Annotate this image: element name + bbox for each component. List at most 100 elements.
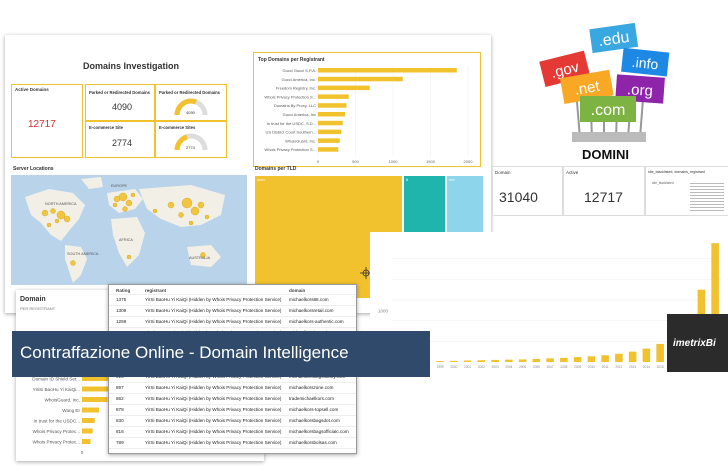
server-locations-title: Server Locations bbox=[13, 166, 54, 172]
row-domain: michaelkorsbagsdot.com bbox=[289, 418, 340, 423]
banner-text: Contraffazione Online - Domain Intellige… bbox=[20, 343, 349, 362]
row-rating: 862 bbox=[116, 396, 124, 401]
header-domain[interactable]: domain bbox=[289, 288, 305, 293]
ecommerce-gauge-card[interactable]: E-commerce Sites 2774 bbox=[155, 121, 227, 158]
bar bbox=[615, 353, 623, 362]
active-count-label: Active bbox=[566, 170, 579, 175]
map-label-af: AFRICA bbox=[119, 238, 133, 242]
x-tick-label: 500 bbox=[352, 159, 359, 164]
treemap-net-label: net bbox=[449, 177, 455, 182]
domain-count-card[interactable]: Domain 31040 bbox=[492, 166, 563, 216]
row-rating: 1375 bbox=[116, 297, 127, 302]
y-tick-label: 1000 bbox=[378, 308, 389, 313]
bar bbox=[82, 407, 99, 413]
bar bbox=[82, 439, 91, 444]
bar bbox=[463, 360, 472, 362]
row-domain: trademichaelkors.com bbox=[289, 396, 334, 401]
bar bbox=[546, 358, 554, 362]
row-domain: michaelkorsretail.com bbox=[289, 308, 334, 313]
bar bbox=[477, 360, 486, 362]
active-count-value: 12717 bbox=[584, 189, 623, 205]
row-rating: 1309 bbox=[116, 308, 127, 313]
category-label: In trust for the USDC, S.D... bbox=[267, 121, 316, 126]
row-rating: 830 bbox=[116, 418, 124, 423]
x-tick-label: 2014 bbox=[643, 365, 650, 369]
bar bbox=[518, 359, 527, 362]
dashboard-title: Domains Investigation bbox=[83, 61, 180, 71]
x-tick-label: 2010 bbox=[588, 365, 595, 369]
map-label-au: AUSTRALIA bbox=[189, 256, 211, 260]
bar bbox=[642, 348, 651, 362]
row-registrant: YirSi BaoHu Yi KaiQi (Hidden by Whois Pr… bbox=[145, 308, 282, 313]
row-registrant: YirSi BaoHu Yi KaiQi (Hidden by Whois Pr… bbox=[145, 385, 282, 390]
blacklist-subheader: site_blacklisted bbox=[652, 181, 674, 185]
parked-domains-card[interactable]: Parked or Redirected Domains 4090 bbox=[85, 84, 155, 121]
blacklist-list bbox=[690, 181, 724, 211]
map-label-na: NORTH AMERICA bbox=[45, 202, 77, 206]
title-banner: Contraffazione Online - Domain Intellige… bbox=[12, 331, 430, 377]
bar bbox=[628, 351, 637, 362]
x-tick-label: 2007 bbox=[547, 365, 554, 369]
x-tick-label: 2008 bbox=[560, 365, 567, 369]
x-tick-label: 0 bbox=[81, 450, 84, 455]
ecommerce-value: 2774 bbox=[112, 138, 133, 148]
domain-count-label: Domain bbox=[495, 170, 511, 175]
ecommerce-card[interactable]: E-commerce Site 2774 bbox=[85, 121, 155, 158]
treemap-com-label: com bbox=[257, 177, 265, 182]
blacklist-title: site_blacklisted, domains_registrant bbox=[648, 170, 705, 174]
map-label-eu: EUROPE bbox=[111, 184, 128, 188]
row-domain: michaelkorsbolsas.com bbox=[289, 440, 337, 445]
parked-gauge-label: Parked or Redirected Domains bbox=[159, 90, 220, 95]
row-registrant: YirSi BaoHu Yi KaiQi (Hidden by Whois Pr… bbox=[145, 396, 282, 401]
top-domains-chart-panel: Top Domains per Registrant 0 500 1000 1500 20… bbox=[253, 52, 481, 167]
parked-gauge-card[interactable]: Parked or Redirected Domains 4090 bbox=[155, 84, 227, 121]
bar bbox=[82, 428, 93, 434]
row-domain: michaelkors-topsell.com bbox=[289, 407, 339, 412]
category-label: WhoisGuard, Inc. bbox=[45, 398, 81, 403]
bar bbox=[318, 103, 347, 108]
bar bbox=[532, 358, 541, 362]
treemap-net[interactable]: net bbox=[446, 175, 484, 239]
bar bbox=[573, 357, 582, 362]
bar bbox=[318, 147, 339, 152]
logo-info: .info bbox=[631, 54, 659, 73]
category-label: Whois Privacy Protection S... bbox=[264, 147, 316, 152]
blacklist-card[interactable]: site_blacklisted, domains_registrant sit… bbox=[645, 166, 728, 216]
map-label-sa: SOUTH AMERICA bbox=[67, 252, 99, 256]
active-domains-card[interactable]: Active Domains 12717 bbox=[11, 84, 83, 158]
parked-domains-label: Parked or Redirected Domains bbox=[89, 90, 150, 95]
top-domains-chart: Top Domains per Registrant 0 500 1000 1500 20… bbox=[258, 57, 474, 164]
row-rating: 789 bbox=[116, 440, 124, 445]
domini-title: DOMINI bbox=[582, 147, 629, 162]
active-count-card[interactable]: Active 12717 bbox=[563, 166, 645, 216]
category-label: Domain ID Shield Ser... bbox=[32, 377, 80, 382]
logo-com: .com bbox=[591, 102, 626, 119]
category-label: Whois Privacy Protec... bbox=[33, 440, 80, 445]
header-registrant[interactable]: registrant bbox=[145, 288, 166, 293]
row-domain: michaelkors88.com bbox=[289, 297, 329, 302]
bar bbox=[318, 112, 345, 117]
category-label: Gucci America, Inc. bbox=[282, 77, 316, 82]
bar bbox=[82, 418, 95, 423]
bar bbox=[318, 94, 349, 99]
imetrix-brand: imetrixBi bbox=[673, 338, 716, 349]
bar bbox=[318, 85, 370, 91]
ecommerce-label: E-commerce Site bbox=[89, 125, 123, 130]
bar bbox=[318, 138, 340, 143]
server-locations-map[interactable]: NORTH AMERICA EUROPE AFRICA SOUTH AMERIC… bbox=[11, 175, 247, 285]
treemap-it-label: it bbox=[406, 177, 408, 182]
row-registrant: YirSi BaoHu Yi KaiQi (Hidden by Whois Pr… bbox=[145, 440, 282, 445]
bar bbox=[601, 355, 609, 362]
bar bbox=[491, 359, 499, 362]
header-rating[interactable]: Rating bbox=[116, 288, 130, 293]
x-tick-label: 2006 bbox=[533, 365, 540, 369]
x-tick-label: 2012 bbox=[615, 365, 622, 369]
tld-logo-graphic: .edu .gov .info .net .org .com bbox=[539, 22, 670, 142]
x-tick-label: 1500 bbox=[426, 159, 436, 164]
x-tick-label: 2009 bbox=[574, 365, 581, 369]
ecommerce-gauge-value: 2774 bbox=[186, 145, 195, 150]
x-tick-label: 2000 bbox=[464, 159, 474, 164]
category-label: Gucci Gucci S.P.A. bbox=[283, 68, 317, 73]
bar bbox=[560, 357, 568, 362]
treemap-it[interactable]: it bbox=[403, 175, 446, 239]
